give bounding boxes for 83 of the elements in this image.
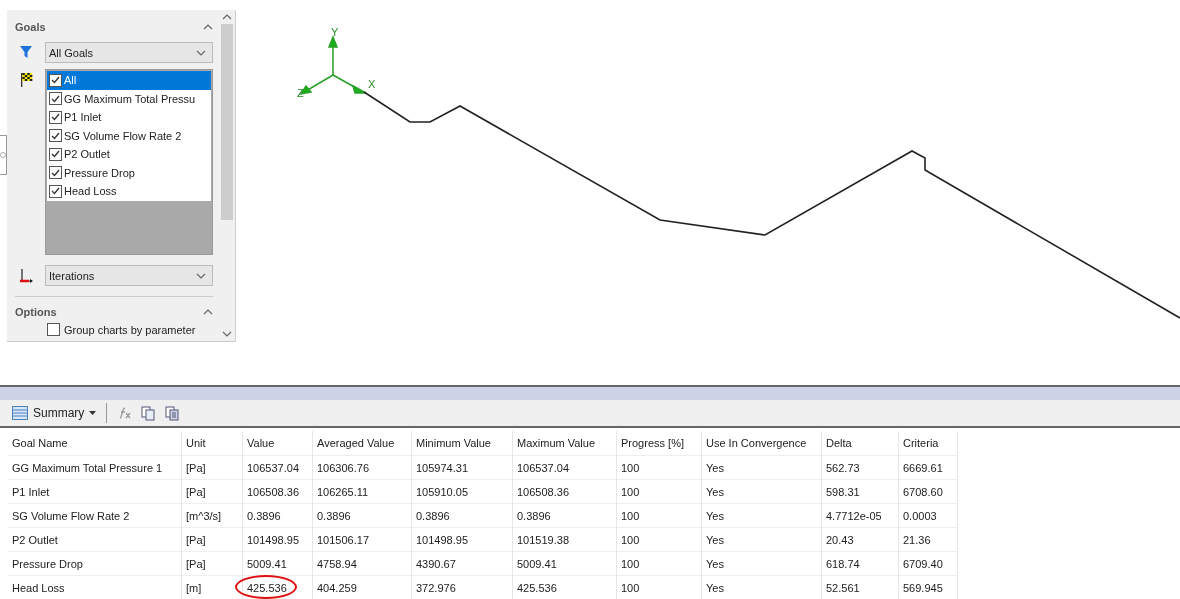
table-cell: 404.259 xyxy=(312,575,412,599)
table-cell: 106306.76 xyxy=(312,455,412,480)
table-cell: 6669.61 xyxy=(898,455,958,480)
column-header[interactable]: Goal Name xyxy=(8,431,182,456)
table-cell: [m^3/s] xyxy=(181,503,243,528)
table-cell: 5009.41 xyxy=(512,551,617,576)
table-cell: GG Maximum Total Pressure 1 xyxy=(8,455,182,480)
goal-item[interactable]: All xyxy=(47,71,211,90)
table-cell: 101498.95 xyxy=(411,527,513,552)
goal-item[interactable]: P1 Inlet xyxy=(47,108,211,127)
table-cell: 105974.31 xyxy=(411,455,513,480)
table-cell: 106508.36 xyxy=(512,479,617,504)
table-cell: 100 xyxy=(616,503,702,528)
table-cell: 6709.40 xyxy=(898,551,958,576)
table-cell: Yes xyxy=(701,455,822,480)
table-cell: SG Volume Flow Rate 2 xyxy=(8,503,182,528)
table-cell: P2 Outlet xyxy=(8,527,182,552)
checkbox-label: Group charts by parameter xyxy=(64,323,196,336)
summary-button[interactable]: Summary xyxy=(12,406,97,420)
table-cell: Pressure Drop xyxy=(8,551,182,576)
table-cell: 0.3896 xyxy=(312,503,412,528)
table-cell: 106508.36 xyxy=(242,479,313,504)
table-cell: Yes xyxy=(701,527,822,552)
column-header[interactable]: Delta xyxy=(821,431,899,456)
table-cell: 101506.17 xyxy=(312,527,412,552)
column-header[interactable]: Criteria xyxy=(898,431,958,456)
table-cell: 4.7712e-05 xyxy=(821,503,899,528)
column-header[interactable]: Unit xyxy=(181,431,243,456)
table-cell: 569.945 xyxy=(898,575,958,599)
axis-label: Y xyxy=(331,26,339,38)
table-cell: [Pa] xyxy=(181,479,243,504)
x-axis-dropdown[interactable]: Iterations xyxy=(45,265,213,286)
section-title: Goals xyxy=(15,21,46,33)
axis-label: Z xyxy=(297,87,304,99)
table-cell: 52.561 xyxy=(821,575,899,599)
table-cell: 20.43 xyxy=(821,527,899,552)
table-cell: P1 Inlet xyxy=(8,479,182,504)
column-header[interactable]: Averaged Value xyxy=(312,431,412,456)
table-cell: [Pa] xyxy=(181,551,243,576)
table-cell: [Pa] xyxy=(181,455,243,480)
section-title: Options xyxy=(15,306,57,318)
table-cell: [Pa] xyxy=(181,527,243,552)
table-cell: 100 xyxy=(616,551,702,576)
filter-dropdown[interactable]: All Goals xyxy=(45,42,213,63)
table-cell: Yes xyxy=(701,575,822,599)
table-cell: 425.536 xyxy=(512,575,617,599)
table-cell: 100 xyxy=(616,479,702,504)
column-header[interactable]: Use In Convergence xyxy=(701,431,822,456)
table-cell: 5009.41 xyxy=(242,551,313,576)
table-cell: 105910.05 xyxy=(411,479,513,504)
table-cell: 100 xyxy=(616,455,702,480)
table-cell: 100 xyxy=(616,575,702,599)
table-cell: 372.976 xyxy=(411,575,513,599)
table-cell: 4758.94 xyxy=(312,551,412,576)
table-cell: Yes xyxy=(701,503,822,528)
table-cell: 562.73 xyxy=(821,455,899,480)
table-cell: 4390.67 xyxy=(411,551,513,576)
table-cell: Yes xyxy=(701,479,822,504)
table-cell: 425.536 xyxy=(242,575,313,599)
table-cell: 106537.04 xyxy=(512,455,617,480)
table-cell: 106537.04 xyxy=(242,455,313,480)
table-cell: 101498.95 xyxy=(242,527,313,552)
table-cell: [m] xyxy=(181,575,243,599)
axis-label: X xyxy=(368,78,376,90)
column-header[interactable]: Value xyxy=(242,431,313,456)
table-cell: 106265.11 xyxy=(312,479,412,504)
table-cell: 618.74 xyxy=(821,551,899,576)
column-header[interactable]: Maximum Value xyxy=(512,431,617,456)
table-cell: 100 xyxy=(616,527,702,552)
column-header[interactable]: Minimum Value xyxy=(411,431,513,456)
table-cell: 0.3896 xyxy=(242,503,313,528)
table-cell: 6708.60 xyxy=(898,479,958,504)
table-cell: 21.36 xyxy=(898,527,958,552)
table-cell: 0.3896 xyxy=(411,503,513,528)
table-cell: Yes xyxy=(701,551,822,576)
table-cell: Head Loss xyxy=(8,575,182,599)
table-cell: 598.31 xyxy=(821,479,899,504)
goal-item[interactable]: P2 Outlet xyxy=(47,145,211,164)
goal-item[interactable]: Head Loss xyxy=(47,182,211,201)
table-cell: 0.0003 xyxy=(898,503,958,528)
table-cell: 0.3896 xyxy=(512,503,617,528)
column-header[interactable]: Progress [%] xyxy=(616,431,702,456)
table-cell: 101519.38 xyxy=(512,527,617,552)
